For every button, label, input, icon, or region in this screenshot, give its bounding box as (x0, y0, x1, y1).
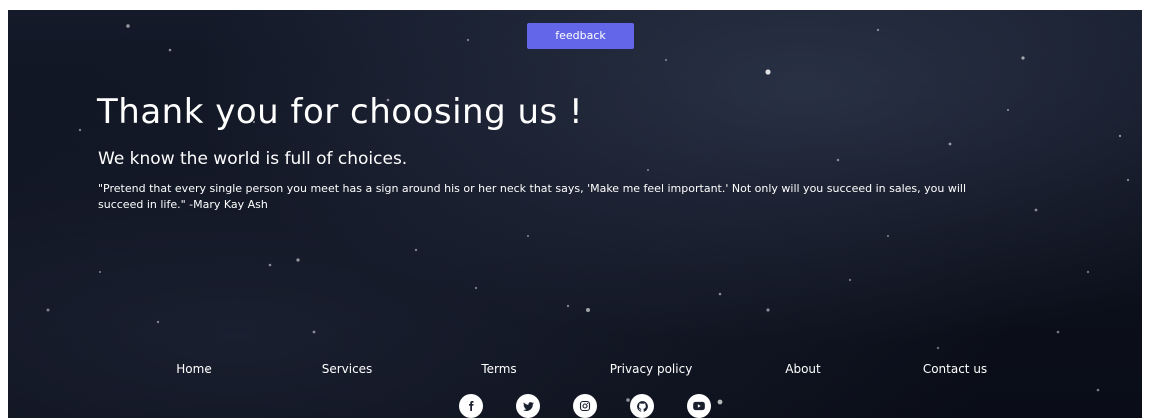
footer-link-privacy-policy[interactable]: Privacy policy (610, 362, 693, 376)
hero-quote: "Pretend that every single person you me… (98, 182, 966, 211)
social-links (8, 394, 1142, 418)
twitter-icon[interactable] (516, 394, 540, 418)
starfield-background (46, 24, 1130, 405)
feedback-button[interactable]: feedback (527, 23, 634, 49)
footer-link-home[interactable]: Home (176, 362, 211, 376)
footer-link-contact-us[interactable]: Contact us (923, 362, 987, 376)
page-background: feedback Thank you for choosing us ! We … (8, 10, 1142, 418)
footer-link-terms[interactable]: Terms (481, 362, 516, 376)
hero-title: Thank you for choosing us ! (97, 92, 584, 132)
instagram-icon[interactable] (573, 394, 597, 418)
footer-link-services[interactable]: Services (322, 362, 373, 376)
footer-nav: Home Services Terms Privacy policy About… (8, 362, 1142, 380)
youtube-icon[interactable] (687, 394, 711, 418)
footer-link-about[interactable]: About (785, 362, 820, 376)
github-icon[interactable] (630, 394, 654, 418)
hero-subtitle: We know the world is full of choices. (98, 149, 408, 169)
facebook-icon[interactable] (459, 394, 483, 418)
